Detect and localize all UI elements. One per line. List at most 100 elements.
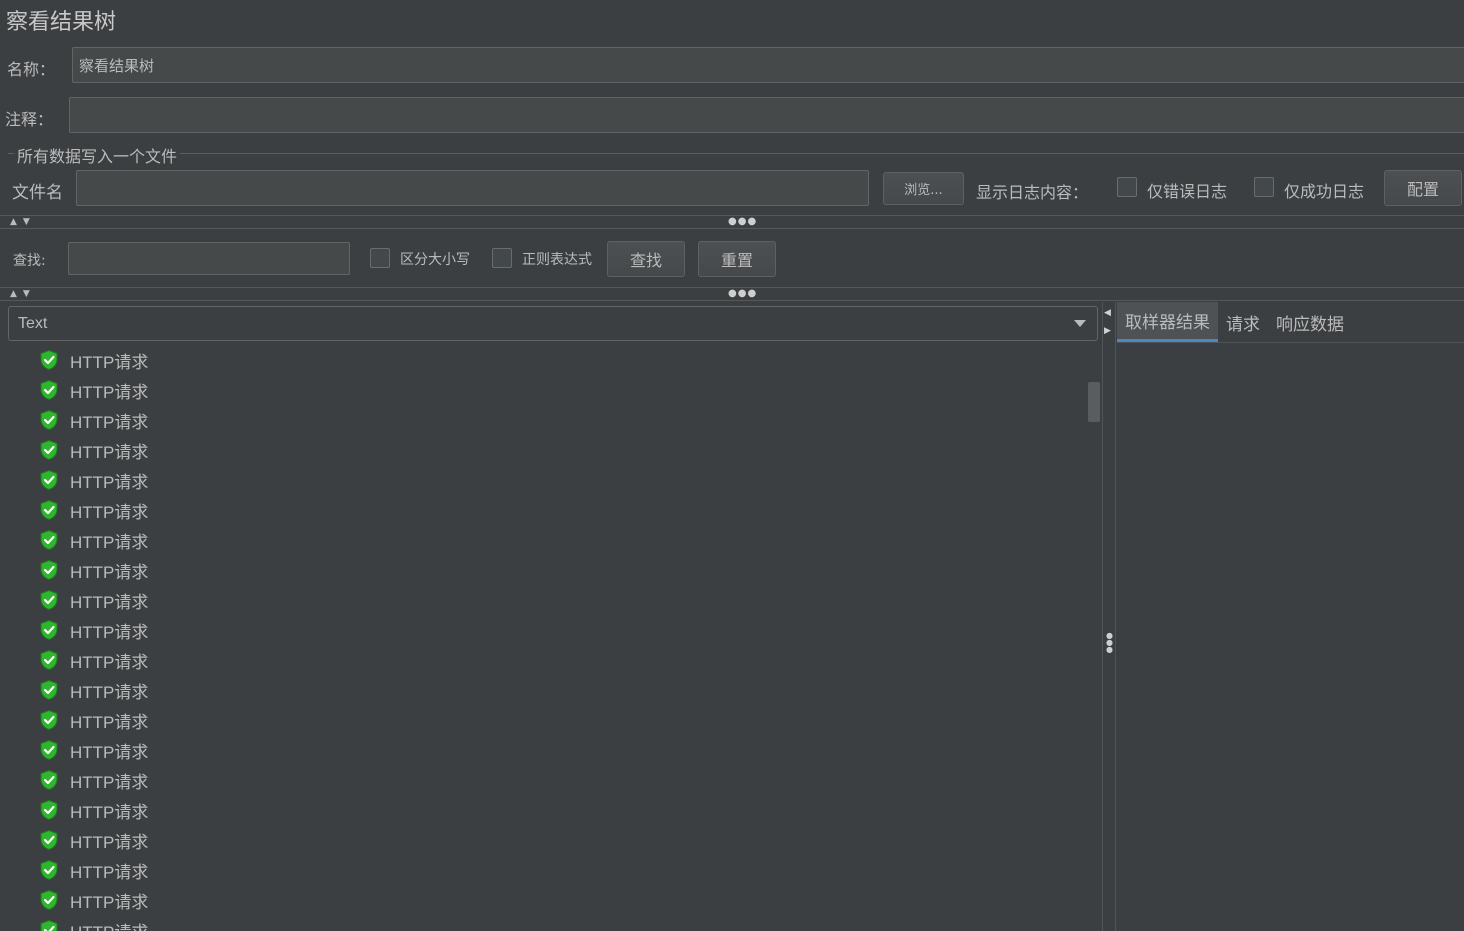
success-only-checkbox[interactable] <box>1254 177 1274 197</box>
drag-handle-icon[interactable]: ●●● <box>728 216 757 227</box>
errors-only-checkbox[interactable] <box>1117 177 1137 197</box>
tree-item-label: HTTP请求 <box>70 652 149 672</box>
file-group-title: 所有数据写入一个文件 <box>14 143 181 167</box>
regex-checkbox[interactable] <box>492 248 512 268</box>
name-label: 名称： <box>7 60 56 79</box>
green-shield-check-icon <box>40 619 58 641</box>
tree-item[interactable]: HTTP请求 <box>38 675 1088 705</box>
tree-item[interactable]: HTTP请求 <box>38 645 1088 675</box>
log-display-label: 显示日志内容： <box>976 183 1089 202</box>
tree-item-label: HTTP请求 <box>70 352 149 372</box>
tree-item[interactable]: HTTP请求 <box>38 585 1088 615</box>
green-shield-check-icon <box>40 769 58 791</box>
green-shield-check-icon <box>40 859 58 881</box>
tree-item-label: HTTP请求 <box>70 682 149 702</box>
case-sensitive-label: 区分大小写 <box>400 252 470 268</box>
tree-item-label: HTTP请求 <box>70 472 149 492</box>
tree-item-label: HTTP请求 <box>70 802 149 822</box>
tree-item-label: HTTP请求 <box>70 712 149 732</box>
tree-item[interactable]: HTTP请求 <box>38 915 1088 931</box>
name-input[interactable] <box>72 47 1464 83</box>
green-shield-check-icon <box>40 349 58 371</box>
green-shield-check-icon <box>40 799 58 821</box>
tree-item-label: HTTP请求 <box>70 742 149 762</box>
tree-item[interactable]: HTTP请求 <box>38 525 1088 555</box>
find-button[interactable]: 查找 <box>607 241 685 277</box>
tree-item[interactable]: HTTP请求 <box>38 375 1088 405</box>
green-shield-check-icon <box>40 499 58 521</box>
renderer-select[interactable]: Text <box>8 306 1098 341</box>
green-shield-check-icon <box>40 829 58 851</box>
tree-item-label: HTTP请求 <box>70 592 149 612</box>
comment-input[interactable] <box>69 97 1464 133</box>
tree-item[interactable]: HTTP请求 <box>38 555 1088 585</box>
tree-item[interactable]: HTTP请求 <box>38 705 1088 735</box>
renderer-selected-value: Text <box>18 314 48 332</box>
tree-item-label: HTTP请求 <box>70 862 149 882</box>
success-only-label: 仅成功日志 <box>1284 182 1365 201</box>
tree-item-label: HTTP请求 <box>70 502 149 522</box>
filename-label: 文件名 <box>12 183 63 203</box>
tab-response-data[interactable]: 响应数据 <box>1268 302 1352 342</box>
tabs-underline <box>1116 342 1464 343</box>
regex-label: 正则表达式 <box>522 252 592 268</box>
tab-request[interactable]: 请求 <box>1218 302 1268 342</box>
green-shield-check-icon <box>40 589 58 611</box>
errors-only-label: 仅错误日志 <box>1147 182 1228 201</box>
tree-item[interactable]: HTTP请求 <box>38 495 1088 525</box>
tree-item-label: HTTP请求 <box>70 412 149 432</box>
tree-item[interactable]: HTTP请求 <box>38 435 1088 465</box>
panel-title: 察看结果树 <box>6 10 117 35</box>
tree-item-label: HTTP请求 <box>70 892 149 912</box>
tree-item[interactable]: HTTP请求 <box>38 345 1088 375</box>
expand-collapse-arrows-icon[interactable]: ▲▼ <box>10 217 36 227</box>
results-tree[interactable]: HTTP请求 HTTP请求 HTTP请求 HTTP请求 HTTP请求 HTTP请求 HTTP… <box>38 345 1088 931</box>
file-group-border <box>8 153 1464 154</box>
green-shield-check-icon <box>40 889 58 911</box>
split-collapse-right-icon[interactable]: ▶ <box>1104 327 1111 336</box>
tree-item-label: HTTP请求 <box>70 622 149 642</box>
comment-label: 注释： <box>5 110 54 129</box>
tree-scrollbar-thumb[interactable] <box>1088 382 1100 422</box>
tree-item-label: HTTP请求 <box>70 772 149 792</box>
tree-item-label: HTTP请求 <box>70 832 149 852</box>
tree-item-label: HTTP请求 <box>70 532 149 552</box>
tree-item-label: HTTP请求 <box>70 442 149 462</box>
search-label: 查找: <box>13 253 46 269</box>
drag-handle-icon[interactable]: ●●● <box>728 288 757 299</box>
green-shield-check-icon <box>40 469 58 491</box>
chevron-down-icon <box>1074 320 1086 327</box>
split-drag-handle-icon[interactable]: ● ● ● <box>1106 632 1113 654</box>
green-shield-check-icon <box>40 409 58 431</box>
tree-item[interactable]: HTTP请求 <box>38 855 1088 885</box>
browse-button[interactable]: 浏览... <box>883 172 964 205</box>
tree-item[interactable]: HTTP请求 <box>38 405 1088 435</box>
tree-item[interactable]: HTTP请求 <box>38 765 1088 795</box>
green-shield-check-icon <box>40 379 58 401</box>
tree-item[interactable]: HTTP请求 <box>38 615 1088 645</box>
search-input[interactable] <box>68 242 350 275</box>
green-shield-check-icon <box>40 919 58 931</box>
green-shield-check-icon <box>40 439 58 461</box>
green-shield-check-icon <box>40 649 58 671</box>
case-sensitive-checkbox[interactable] <box>370 248 390 268</box>
configure-button[interactable]: 配置 <box>1384 170 1462 206</box>
tree-item[interactable]: HTTP请求 <box>38 465 1088 495</box>
split-collapse-left-icon[interactable]: ◀ <box>1104 309 1111 318</box>
tree-item-label: HTTP请求 <box>70 918 148 931</box>
expand-collapse-arrows-icon[interactable]: ▲▼ <box>10 289 36 299</box>
green-shield-check-icon <box>40 739 58 761</box>
tab-sampler-result[interactable]: 取样器结果 <box>1117 302 1218 342</box>
result-tabs: 取样器结果 请求 响应数据 <box>1117 302 1352 342</box>
filename-input[interactable] <box>76 170 869 206</box>
tree-item-label: HTTP请求 <box>70 382 149 402</box>
tree-item[interactable]: HTTP请求 <box>38 795 1088 825</box>
green-shield-check-icon <box>40 679 58 701</box>
tree-item[interactable]: HTTP请求 <box>38 735 1088 765</box>
reset-button[interactable]: 重置 <box>698 241 776 277</box>
tree-item-label: HTTP请求 <box>70 562 149 582</box>
green-shield-check-icon <box>40 529 58 551</box>
tree-item[interactable]: HTTP请求 <box>38 885 1088 915</box>
tree-item[interactable]: HTTP请求 <box>38 825 1088 855</box>
split-pane-divider-right <box>1115 302 1116 931</box>
